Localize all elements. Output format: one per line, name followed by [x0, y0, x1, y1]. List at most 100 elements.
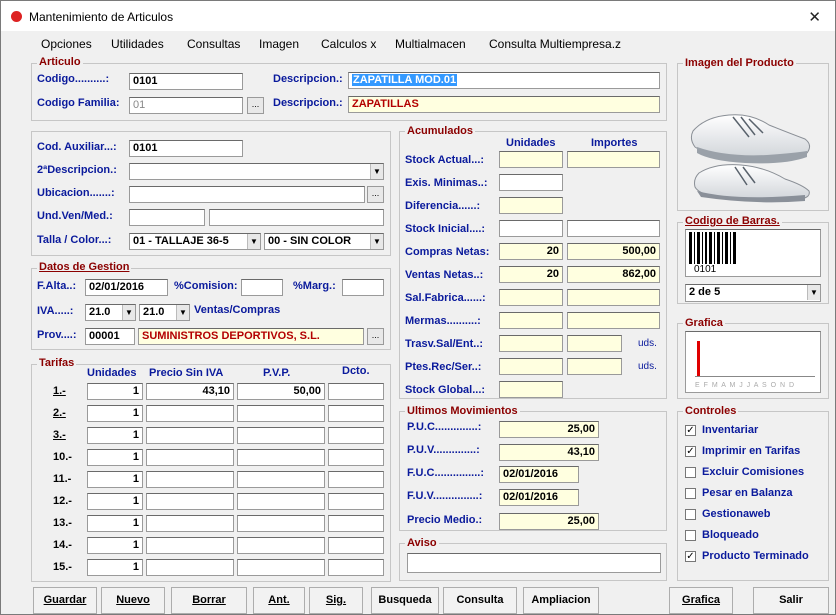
- comision-input[interactable]: [241, 279, 283, 296]
- tarifa-dcto-input[interactable]: [328, 383, 384, 400]
- checkbox[interactable]: ✓: [685, 446, 696, 457]
- puv-input[interactable]: 43,10: [499, 444, 599, 461]
- menu-imagen[interactable]: Imagen: [259, 37, 299, 51]
- tarifa-pvp-input[interactable]: [237, 493, 325, 510]
- checkbox[interactable]: [685, 530, 696, 541]
- stock-actual-importes[interactable]: [567, 151, 660, 168]
- tarifa-unidades-input[interactable]: 1: [87, 493, 143, 510]
- compras-netas-unidades[interactable]: 20: [499, 243, 563, 260]
- tarifa-precio-input[interactable]: [146, 537, 234, 554]
- diferencia-input[interactable]: [499, 197, 563, 214]
- stock-inicial-importes[interactable]: [567, 220, 660, 237]
- guardar-button[interactable]: Guardar: [33, 587, 97, 614]
- menu-utilidades[interactable]: Utilidades: [111, 37, 164, 51]
- tarifa-unidades-input[interactable]: 1: [87, 471, 143, 488]
- ampliacion-button[interactable]: Ampliacion: [523, 587, 599, 614]
- checkbox[interactable]: [685, 488, 696, 499]
- tarifa-dcto-input[interactable]: [328, 405, 384, 422]
- tarifa-unidades-input[interactable]: 1: [87, 559, 143, 576]
- tarifa-dcto-input[interactable]: [328, 515, 384, 532]
- stock-global-input[interactable]: [499, 381, 563, 398]
- descripcion2-select[interactable]: ▼: [129, 163, 384, 180]
- tarifa-unidades-input[interactable]: 1: [87, 427, 143, 444]
- trasv-importes[interactable]: [567, 335, 622, 352]
- checkbox[interactable]: [685, 509, 696, 520]
- tarifa-dcto-input[interactable]: [328, 471, 384, 488]
- consulta-button[interactable]: Consulta: [443, 587, 517, 614]
- tarifa-pvp-input[interactable]: [237, 427, 325, 444]
- tarifa-pvp-input[interactable]: [237, 471, 325, 488]
- tarifa-pvp-input[interactable]: [237, 537, 325, 554]
- codigo-familia-input[interactable]: 01: [129, 97, 243, 114]
- salir-button[interactable]: Salir: [753, 587, 829, 614]
- marg-input[interactable]: [342, 279, 384, 296]
- tarifa-unidades-input[interactable]: 1: [87, 449, 143, 466]
- tarifa-unidades-input[interactable]: 1: [87, 537, 143, 554]
- sal-fabrica-importes[interactable]: [567, 289, 660, 306]
- iva-select-1[interactable]: 21.0 ▼: [85, 304, 136, 321]
- aviso-input[interactable]: [407, 553, 661, 573]
- chevron-down-icon[interactable]: ▼: [807, 285, 820, 300]
- menu-calculos[interactable]: Calculos x: [321, 37, 376, 51]
- stock-actual-unidades[interactable]: [499, 151, 563, 168]
- und-med-input[interactable]: [209, 209, 384, 226]
- ptes-importes[interactable]: [567, 358, 622, 375]
- checkbox[interactable]: ✓: [685, 425, 696, 436]
- close-icon[interactable]: ✕: [808, 8, 821, 26]
- tarifa-pvp-input[interactable]: [237, 515, 325, 532]
- falta-input[interactable]: 02/01/2016: [85, 279, 168, 296]
- tarifa-precio-input[interactable]: [146, 493, 234, 510]
- ubicacion-browse-button[interactable]: ...: [367, 186, 384, 203]
- tarifa-dcto-input[interactable]: [328, 537, 384, 554]
- chevron-down-icon[interactable]: ▼: [176, 305, 189, 320]
- checkbox-label[interactable]: Inventariar: [702, 424, 758, 436]
- tarifa-pvp-input[interactable]: [237, 405, 325, 422]
- compras-netas-importes[interactable]: 500,00: [567, 243, 660, 260]
- checkbox[interactable]: [685, 467, 696, 478]
- checkbox[interactable]: ✓: [685, 551, 696, 562]
- ptes-unidades[interactable]: [499, 358, 563, 375]
- prov-code-input[interactable]: 00001: [85, 328, 135, 345]
- exis-minimas-input[interactable]: [499, 174, 563, 191]
- chevron-down-icon[interactable]: ▼: [247, 234, 260, 249]
- tarifa-precio-input[interactable]: [146, 427, 234, 444]
- precio-medio-input[interactable]: 25,00: [499, 513, 599, 530]
- ant-button[interactable]: Ant.: [253, 587, 305, 614]
- sal-fabrica-unidades[interactable]: [499, 289, 563, 306]
- color-select[interactable]: 00 - SIN COLOR ▼: [264, 233, 384, 250]
- tarifa-pvp-input[interactable]: [237, 559, 325, 576]
- stock-inicial-unidades[interactable]: [499, 220, 563, 237]
- checkbox-label[interactable]: Pesar en Balanza: [702, 487, 793, 499]
- chevron-down-icon[interactable]: ▼: [370, 164, 383, 179]
- tarifa-unidades-input[interactable]: 1: [87, 383, 143, 400]
- ubicacion-input[interactable]: [129, 186, 365, 203]
- checkbox-label[interactable]: Imprimir en Tarifas: [702, 445, 800, 457]
- busqueda-button[interactable]: Busqueda: [371, 587, 439, 614]
- iva-select-2[interactable]: 21.0 ▼: [139, 304, 190, 321]
- und-ven-input[interactable]: [129, 209, 205, 226]
- checkbox-label[interactable]: Excluir Comisiones: [702, 466, 804, 478]
- menu-consulta-multiempresa[interactable]: Consulta Multiempresa.z: [489, 37, 621, 51]
- menu-multialmacen[interactable]: Multialmacen: [395, 37, 466, 51]
- tarifa-dcto-input[interactable]: [328, 449, 384, 466]
- chevron-down-icon[interactable]: ▼: [122, 305, 135, 320]
- ventas-netas-unidades[interactable]: 20: [499, 266, 563, 283]
- familia-browse-button[interactable]: ...: [247, 97, 264, 114]
- tarifa-precio-input[interactable]: [146, 471, 234, 488]
- checkbox-label[interactable]: Gestionaweb: [702, 508, 770, 520]
- tarifa-pvp-input[interactable]: 50,00: [237, 383, 325, 400]
- tarifa-unidades-input[interactable]: 1: [87, 515, 143, 532]
- prov-browse-button[interactable]: ...: [367, 328, 384, 345]
- mermas-importes[interactable]: [567, 312, 660, 329]
- nuevo-button[interactable]: Nuevo: [101, 587, 165, 614]
- barcode-type-select[interactable]: 2 de 5 ▼: [685, 284, 821, 302]
- mermas-unidades[interactable]: [499, 312, 563, 329]
- tarifa-dcto-input[interactable]: [328, 493, 384, 510]
- tarifa-unidades-input[interactable]: 1: [87, 405, 143, 422]
- checkbox-label[interactable]: Bloqueado: [702, 529, 759, 541]
- menu-opciones[interactable]: Opciones: [41, 37, 92, 51]
- tarifa-dcto-input[interactable]: [328, 559, 384, 576]
- puc-input[interactable]: 25,00: [499, 421, 599, 438]
- talla-select[interactable]: 01 - TALLAJE 36-5 ▼: [129, 233, 261, 250]
- tarifa-precio-input[interactable]: [146, 559, 234, 576]
